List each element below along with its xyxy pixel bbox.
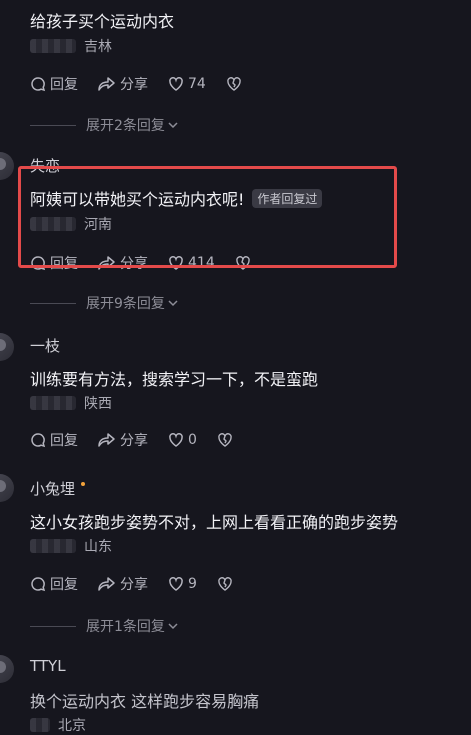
username[interactable]: TTYL: [30, 657, 66, 675]
like-count: 0: [188, 432, 197, 448]
blurred-time: [30, 39, 76, 53]
avatar[interactable]: [0, 152, 14, 180]
expand-label: 展开2条回复: [86, 118, 165, 134]
dislike-button[interactable]: [217, 576, 237, 592]
comment-meta: 山东: [30, 537, 112, 555]
location: 陕西: [84, 396, 112, 412]
broken-heart-icon: [218, 433, 232, 447]
chevron-down-icon: [168, 122, 178, 129]
heart-icon: [169, 77, 183, 91]
share-button[interactable]: 分享: [98, 574, 148, 594]
highlight-box: [18, 166, 397, 268]
username-text: 小兔埋: [30, 480, 76, 498]
like-count: 9: [188, 576, 197, 592]
share-button[interactable]: 分享: [98, 430, 148, 450]
divider-line: [30, 302, 76, 304]
reply-bubble-icon: [31, 577, 46, 592]
username[interactable]: 一枝: [30, 335, 60, 356]
comment-actions: 回复 分享 74: [30, 73, 266, 95]
share-arrow-icon: [98, 433, 115, 447]
expand-label: 展开9条回复: [86, 296, 165, 312]
location: 山东: [84, 539, 112, 555]
reply-button[interactable]: 回复: [30, 574, 78, 594]
comment-text: 换个运动内衣 这样跑步容易胸痛: [30, 692, 260, 711]
avatar[interactable]: [0, 474, 14, 502]
blurred-time: [30, 718, 50, 732]
reply-label: 回复: [50, 77, 78, 93]
location: 吉林: [84, 39, 112, 55]
blurred-time: [30, 396, 76, 410]
share-arrow-icon: [98, 77, 115, 91]
share-label: 分享: [120, 433, 148, 449]
heart-icon: [169, 577, 183, 591]
reply-button[interactable]: 回复: [30, 430, 78, 450]
broken-heart-icon: [227, 77, 241, 91]
heart-icon: [169, 433, 183, 447]
comment-text: 训练要有方法，搜索学习一下，不是蛮跑: [30, 370, 319, 389]
avatar[interactable]: [0, 333, 14, 361]
reply-bubble-icon: [31, 433, 46, 448]
reply-button[interactable]: 回复: [30, 74, 78, 94]
share-arrow-icon: [98, 577, 115, 591]
expand-replies-button[interactable]: 展开9条回复: [30, 293, 179, 313]
like-button[interactable]: 74: [168, 76, 206, 92]
comment-actions: 回复 分享 0: [30, 429, 257, 451]
comment-meta: 吉林: [30, 37, 112, 55]
share-label: 分享: [120, 77, 148, 93]
like-button[interactable]: 0: [168, 432, 197, 448]
share-label: 分享: [120, 577, 148, 593]
comment-meta: 北京: [30, 716, 86, 734]
dislike-button[interactable]: [217, 432, 237, 448]
comment-text: 给孩子买个运动内衣: [30, 12, 175, 31]
avatar[interactable]: [0, 655, 14, 683]
like-count: 74: [188, 76, 206, 92]
chevron-down-icon: [168, 300, 178, 307]
expand-label: 展开1条回复: [86, 619, 165, 635]
reply-label: 回复: [50, 433, 78, 449]
reply-label: 回复: [50, 577, 78, 593]
expand-replies-button[interactable]: 展开2条回复: [30, 115, 179, 135]
blurred-time: [30, 539, 76, 553]
broken-heart-icon: [218, 577, 232, 591]
location: 北京: [58, 718, 86, 734]
expand-replies-button[interactable]: 展开1条回复: [30, 616, 179, 636]
divider-line: [30, 124, 76, 126]
comment-meta: 陕西: [30, 394, 112, 412]
reply-bubble-icon: [31, 77, 46, 92]
share-button[interactable]: 分享: [98, 74, 148, 94]
comment-text: 这小女孩跑步姿势不对，上网上看看正确的跑步姿势: [30, 513, 399, 532]
like-button[interactable]: 9: [168, 576, 197, 592]
dislike-button[interactable]: [226, 76, 246, 92]
sparkle-icon: [81, 482, 86, 486]
username[interactable]: 小兔埋: [30, 478, 86, 499]
comment-actions: 回复 分享 9: [30, 573, 257, 595]
divider-line: [30, 625, 76, 627]
chevron-down-icon: [168, 623, 178, 630]
